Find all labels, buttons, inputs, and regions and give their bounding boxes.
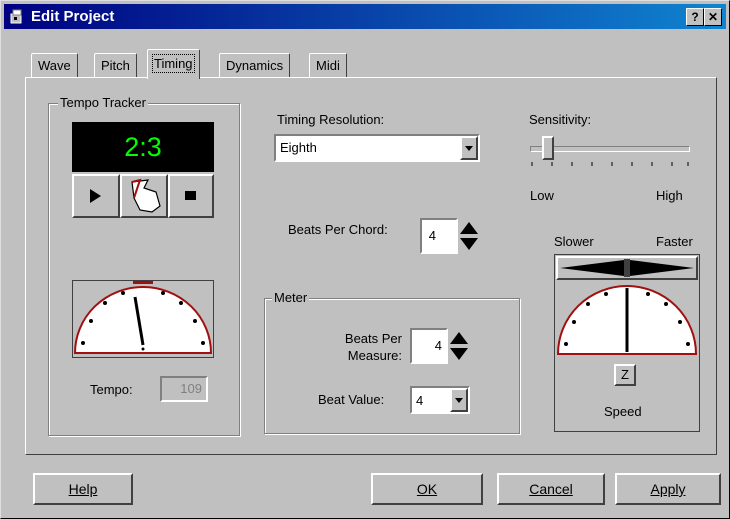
timing-resolution-label: Timing Resolution: — [277, 112, 385, 127]
beats-per-chord-value: 4 — [428, 228, 436, 243]
speed-dial-gauge — [556, 285, 698, 355]
beats-per-measure-label-line1: Beats Per — [344, 331, 402, 346]
beats-per-chord-spinner-icon[interactable] — [458, 220, 480, 252]
sensitivity-label: Sensitivity: — [529, 112, 592, 127]
apply-button-label: Apply — [650, 481, 686, 497]
speed-z-button[interactable]: Z — [614, 364, 636, 386]
apply-button[interactable]: Apply — [615, 473, 721, 505]
chevron-down-icon — [455, 398, 463, 403]
close-icon[interactable]: ✕ — [704, 8, 722, 26]
help-button-label: Help — [68, 481, 98, 497]
edit-project-dialog: Edit Project ? ✕ Wave Pitch Timing Dynam… — [0, 0, 730, 519]
help-icon[interactable]: ? — [686, 8, 704, 26]
tempo-display: 2:3 — [72, 122, 214, 172]
tab-dynamics[interactable]: Dynamics — [219, 53, 291, 77]
speed-label: Speed — [604, 404, 642, 419]
tempo-tracker-label: Tempo Tracker — [58, 95, 148, 110]
sensitivity-slider-thumb[interactable] — [542, 136, 554, 160]
meter-group — [264, 298, 520, 434]
chevron-down-icon — [465, 146, 473, 151]
beats-per-measure-value: 4 — [434, 338, 442, 353]
beats-per-measure-label-line2: Measure: — [347, 348, 402, 363]
tab-midi[interactable]: Midi — [309, 53, 347, 77]
speed-slower-label: Slower — [554, 234, 594, 249]
sensitivity-ticks — [531, 162, 689, 166]
ok-button[interactable]: OK — [371, 473, 483, 505]
tempo-dial — [72, 280, 214, 358]
beats-per-measure-spinner-icon[interactable] — [448, 330, 470, 362]
app-icon — [10, 9, 22, 24]
hand-icon — [131, 178, 161, 213]
beats-per-chord-label: Beats Per Chord: — [288, 222, 388, 237]
sensitivity-track[interactable] — [530, 146, 690, 152]
tempo-dial-gauge — [73, 281, 213, 354]
help-button[interactable]: Help — [33, 473, 133, 505]
tempo-field[interactable]: 109 — [160, 376, 208, 402]
tap-tempo-button[interactable] — [120, 174, 168, 218]
beats-per-chord-field[interactable]: 4 — [420, 218, 458, 254]
timing-resolution-select[interactable]: Eighth — [274, 134, 480, 162]
stop-button[interactable] — [168, 174, 214, 218]
tempo-display-value: 2:3 — [124, 132, 162, 162]
beat-value-dropdown-button[interactable] — [450, 388, 468, 412]
tempo-value: 109 — [180, 381, 202, 396]
speed-slider[interactable] — [556, 256, 698, 280]
beats-per-measure-field[interactable]: 4 — [410, 328, 448, 364]
stop-icon — [185, 191, 196, 200]
beats-per-measure-label: Beats Per Measure: — [322, 330, 402, 364]
timing-resolution-dropdown-button[interactable] — [460, 136, 478, 160]
speed-faster-label: Faster — [656, 234, 693, 249]
tab-timing[interactable]: Timing — [147, 49, 200, 79]
beat-value-select[interactable]: 4 — [410, 386, 470, 414]
window-title: Edit Project — [31, 8, 115, 25]
timing-panel: Tempo Tracker 2:3 Tempo: 109 Timing Reso… — [25, 77, 717, 455]
play-icon — [90, 189, 101, 203]
beat-value-label: Beat Value: — [318, 392, 385, 407]
tab-wave[interactable]: Wave — [31, 53, 78, 77]
tempo-label: Tempo: — [90, 382, 133, 397]
title-bar[interactable]: Edit Project ? ✕ — [4, 4, 726, 29]
ok-button-label: OK — [416, 481, 438, 497]
tab-pitch[interactable]: Pitch — [94, 53, 137, 77]
speed-arrows-icon — [560, 259, 694, 277]
cancel-button-label: Cancel — [529, 481, 573, 497]
timing-resolution-value: Eighth — [280, 140, 317, 155]
beat-value-value: 4 — [416, 393, 424, 408]
play-button[interactable] — [72, 174, 120, 218]
cancel-button[interactable]: Cancel — [497, 473, 605, 505]
sensitivity-low-label: Low — [530, 188, 554, 203]
sensitivity-high-label: High — [656, 188, 683, 203]
meter-label: Meter — [272, 290, 310, 305]
